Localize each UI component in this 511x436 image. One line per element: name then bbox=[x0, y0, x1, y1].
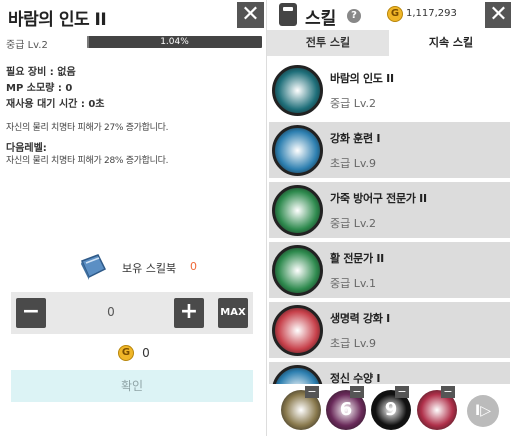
skill-row[interactable]: 가죽 방어구 전문가 II 중급 Lv.2 bbox=[269, 182, 510, 238]
tab-combat-skills[interactable]: 전투 스킬 bbox=[267, 30, 389, 56]
skill-row[interactable]: 강화 훈련 I 초급 Lv.9 bbox=[269, 122, 510, 178]
decrease-button[interactable]: − bbox=[16, 298, 46, 328]
quantity-value[interactable]: 0 bbox=[101, 305, 121, 319]
gold-amount: 1,117,293 bbox=[406, 8, 457, 19]
mp-cost: MP 소모량 : 0 bbox=[6, 83, 73, 94]
quickslot-count: 6 bbox=[339, 399, 353, 420]
skill-level: 중급 Lv.2 bbox=[330, 97, 377, 110]
skillbook-count: 0 bbox=[190, 260, 197, 273]
skill-name: 강화 훈련 I bbox=[330, 132, 381, 145]
wind-guide-icon bbox=[272, 65, 323, 116]
remove-quickslot-button[interactable]: − bbox=[350, 386, 364, 398]
skill-exp-bar: 1.04% bbox=[87, 36, 262, 48]
quantity-stepper: − 0 + MAX bbox=[11, 292, 253, 334]
skillbook-row: 보유 스킬북 0 bbox=[78, 253, 218, 281]
next-level-label: 다음레벨: bbox=[6, 143, 47, 154]
quickslot-count: 9 bbox=[384, 399, 398, 420]
skill-quickbar: I▷ −6−9− − bbox=[267, 386, 511, 436]
skillbook-icon bbox=[80, 254, 107, 280]
cooldown: 재사용 대기 시간 : 0초 bbox=[6, 99, 105, 110]
skill-level: 초급 Lv.9 bbox=[330, 337, 377, 350]
skill-exp-text: 1.04% bbox=[160, 37, 189, 47]
remove-quickslot-button[interactable]: − bbox=[395, 386, 409, 398]
current-effect: 자신의 물리 치명타 피해가 27% 증가합니다. bbox=[6, 123, 169, 133]
next-effect: 자신의 물리 치명타 피해가 28% 증가합니다. bbox=[6, 156, 169, 166]
skillbook-header-icon bbox=[279, 3, 297, 26]
skill-level: 중급 Lv.2 bbox=[330, 217, 377, 230]
next-page-button[interactable]: I▷ bbox=[467, 395, 499, 427]
skill-panel-title: 스킬 bbox=[305, 9, 337, 29]
paw-icon bbox=[272, 125, 323, 176]
required-equip: 필요 장비 : 없음 bbox=[6, 67, 76, 78]
heart-icon bbox=[272, 305, 323, 356]
skill-row[interactable]: 생명력 강화 I 초급 Lv.9 bbox=[269, 302, 510, 358]
skill-name: 바람의 인도 II bbox=[330, 72, 394, 85]
gold-coin-icon: G bbox=[118, 344, 134, 361]
skill-row[interactable]: 바람의 인도 II 중급 Lv.2 bbox=[269, 62, 510, 118]
bow-icon bbox=[272, 245, 323, 296]
close-skill-button[interactable]: ✕ bbox=[485, 2, 511, 28]
cost-value: 0 bbox=[142, 345, 150, 360]
close-detail-button[interactable]: ✕ bbox=[237, 2, 264, 28]
max-button[interactable]: MAX bbox=[218, 298, 248, 328]
remove-quickslot-button[interactable]: − bbox=[305, 386, 319, 398]
skill-row[interactable]: 정신 수양 I bbox=[269, 362, 510, 384]
skill-name: 정신 수양 I bbox=[330, 372, 381, 384]
skillbook-label: 보유 스킬북 bbox=[122, 262, 177, 275]
mind-icon bbox=[272, 365, 323, 384]
skill-level: 초급 Lv.9 bbox=[330, 157, 377, 170]
help-icon[interactable]: ? bbox=[347, 9, 361, 23]
remove-quickslot-button[interactable]: − bbox=[441, 386, 455, 398]
skill-list: 바람의 인도 II 중급 Lv.2 강화 훈련 I 초급 Lv.9 가죽 방어구 전문가… bbox=[267, 62, 511, 384]
skill-list-panel: 스킬 ? G 1,117,293 ✕ 전투 스킬 지속 스킬 바람의 인도 II… bbox=[266, 0, 511, 436]
tab-passive-skills[interactable]: 지속 스킬 bbox=[390, 30, 511, 56]
skill-name: 생명력 강화 I bbox=[330, 312, 390, 325]
skill-header: 스킬 ? G 1,117,293 ✕ bbox=[267, 0, 511, 30]
gold-coin-icon: G bbox=[387, 6, 403, 22]
skill-grade: 중급 Lv.2 bbox=[6, 40, 48, 51]
skill-tabs: 전투 스킬 지속 스킬 bbox=[267, 30, 511, 56]
confirm-button[interactable]: 확인 bbox=[11, 370, 253, 402]
leather-armor-icon bbox=[272, 185, 323, 236]
skill-name: 활 전문가 II bbox=[330, 252, 384, 265]
cost-row: G 0 bbox=[118, 342, 150, 361]
skill-detail-panel: 바람의 인도 II ✕ 중급 Lv.2 1.04% 필요 장비 : 없음 MP … bbox=[0, 0, 266, 436]
skill-name: 가죽 방어구 전문가 II bbox=[330, 192, 427, 205]
skill-detail-title: 바람의 인도 II bbox=[8, 10, 107, 30]
increase-button[interactable]: + bbox=[174, 298, 204, 328]
skill-level: 중급 Lv.1 bbox=[330, 277, 377, 290]
skill-row[interactable]: 활 전문가 II 중급 Lv.1 bbox=[269, 242, 510, 298]
